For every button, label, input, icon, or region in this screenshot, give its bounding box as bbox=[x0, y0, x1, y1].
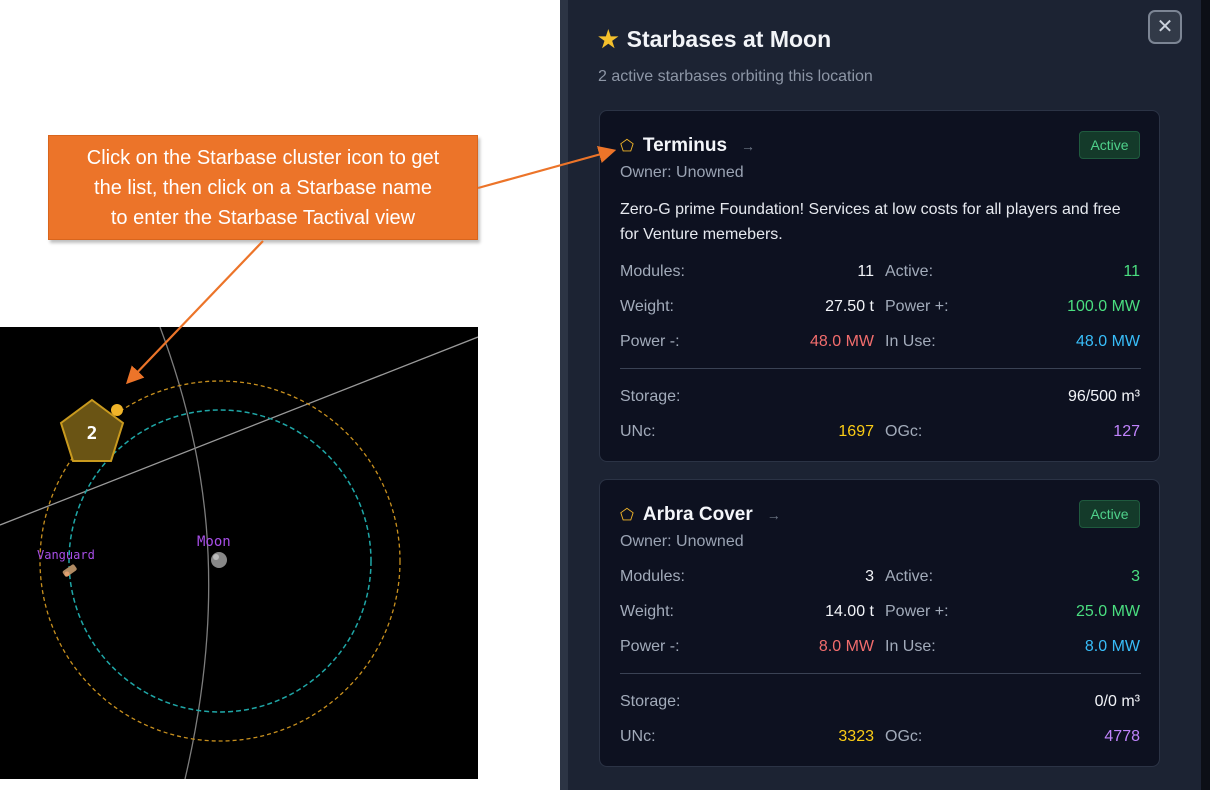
starbase-card: ⬠ Arbra Cover → Active Owner: Unowned Mo… bbox=[599, 479, 1160, 767]
panel-subtitle: 2 active starbases orbiting this locatio… bbox=[598, 68, 873, 85]
weight-label: Weight: bbox=[620, 298, 674, 315]
modules-value: 11 bbox=[857, 263, 874, 280]
active-value: 11 bbox=[1123, 263, 1140, 280]
power-minus-value: 8.0 MW bbox=[818, 638, 874, 655]
in-use-value: 8.0 MW bbox=[1084, 638, 1140, 655]
modules-label: Modules: bbox=[620, 263, 685, 280]
weight-value: 14.00 t bbox=[825, 603, 874, 620]
power-plus-value: 25.0 MW bbox=[1075, 603, 1140, 620]
owner-text: Owner: Unowned bbox=[620, 533, 744, 550]
starbase-name-link[interactable]: ⬠ Arbra Cover → bbox=[620, 504, 781, 526]
weight-value: 27.50 t bbox=[825, 298, 874, 315]
panel-title: ★ Starbases at Moon bbox=[598, 26, 831, 53]
active-label: Active: bbox=[885, 263, 934, 280]
ogc-label: OGc: bbox=[885, 423, 923, 440]
power-minus-value: 48.0 MW bbox=[809, 333, 874, 350]
power-minus-label: Power -: bbox=[620, 638, 680, 655]
storage-label: Storage: bbox=[620, 388, 681, 405]
unc-value: 1697 bbox=[838, 423, 874, 440]
starbase-name[interactable]: Arbra Cover bbox=[643, 504, 753, 526]
star-icon: ★ bbox=[598, 26, 619, 52]
status-badge: Active bbox=[1079, 131, 1140, 159]
moon-label: Moon bbox=[197, 534, 231, 550]
callout-line: Click on the Starbase cluster icon to ge… bbox=[86, 146, 440, 169]
starbase-name-link[interactable]: ⬠ Terminus → bbox=[620, 135, 755, 157]
starbase-description: Zero-G prime Foundation! Services at low… bbox=[620, 201, 1121, 243]
status-badge: Active bbox=[1079, 500, 1140, 528]
ogc-label: OGc: bbox=[885, 728, 923, 745]
in-use-label: In Use: bbox=[885, 638, 936, 655]
storage-value: 96/500 m³ bbox=[1067, 388, 1140, 405]
close-icon: ✕ bbox=[1156, 16, 1174, 38]
pentagon-icon: ⬠ bbox=[620, 507, 634, 524]
starbase-name[interactable]: Terminus bbox=[643, 135, 727, 157]
unc-label: UNc: bbox=[620, 728, 656, 745]
storage-value: 0/0 m³ bbox=[1094, 693, 1140, 710]
in-use-value: 48.0 MW bbox=[1075, 333, 1140, 350]
arrow-right-icon[interactable]: → bbox=[741, 138, 755, 154]
pentagon-icon: ⬠ bbox=[620, 138, 634, 155]
unc-value: 3323 bbox=[838, 728, 874, 745]
active-value: 3 bbox=[1131, 568, 1140, 585]
panel-title-text: Starbases at Moon bbox=[626, 26, 832, 52]
weight-label: Weight: bbox=[620, 603, 674, 620]
cluster-count: 2 bbox=[87, 423, 98, 444]
power-minus-label: Power -: bbox=[620, 333, 680, 350]
modules-label: Modules: bbox=[620, 568, 685, 585]
vanguard-label: Vanguard bbox=[37, 548, 95, 562]
unc-label: UNc: bbox=[620, 423, 656, 440]
power-plus-label: Power +: bbox=[885, 603, 949, 620]
star-map[interactable]: 2 Moon Vanguard bbox=[0, 327, 478, 779]
active-label: Active: bbox=[885, 568, 934, 585]
power-plus-value: 100.0 MW bbox=[1067, 298, 1140, 315]
ogc-value: 127 bbox=[1113, 423, 1140, 440]
storage-label: Storage: bbox=[620, 693, 681, 710]
starbase-card: ⬠ Terminus → Active Owner: Unowned Zero-… bbox=[599, 110, 1160, 462]
owner-text: Owner: Unowned bbox=[620, 164, 744, 181]
panel-edge bbox=[1201, 0, 1210, 790]
arrow-right-icon[interactable]: → bbox=[767, 507, 781, 523]
ogc-value: 4778 bbox=[1104, 728, 1140, 745]
divider bbox=[620, 673, 1141, 674]
callout-line: to enter the Starbase Tactival view bbox=[110, 206, 416, 229]
instruction-callout: Click on the Starbase cluster icon to ge… bbox=[48, 135, 478, 240]
moon-icon[interactable] bbox=[211, 552, 227, 568]
in-use-label: In Use: bbox=[885, 333, 936, 350]
divider bbox=[620, 368, 1141, 369]
power-plus-label: Power +: bbox=[885, 298, 949, 315]
callout-line: the list, then click on a Starbase name bbox=[94, 176, 432, 199]
modules-value: 3 bbox=[865, 568, 874, 585]
orbit-line bbox=[159, 327, 210, 779]
close-button[interactable]: ✕ bbox=[1148, 10, 1182, 44]
